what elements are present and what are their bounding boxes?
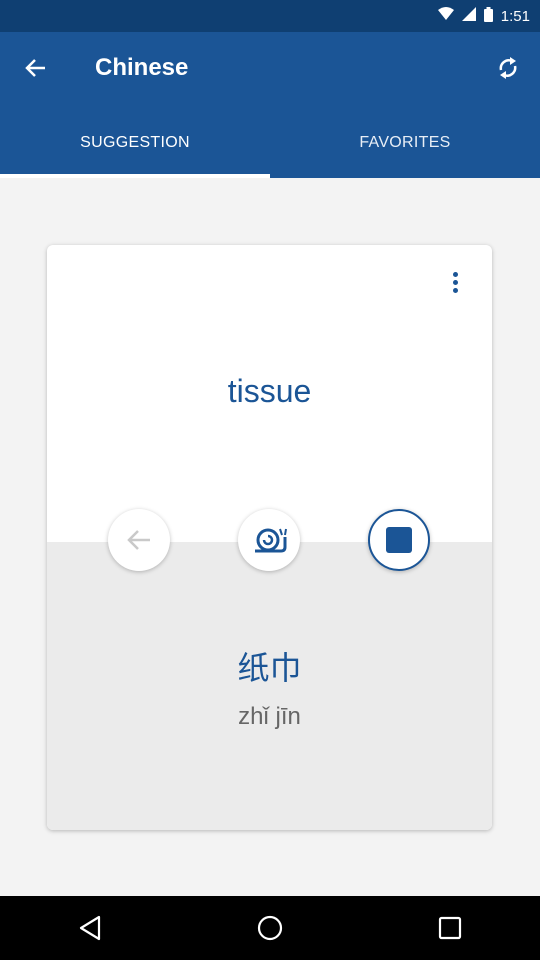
stop-button[interactable] (368, 509, 430, 571)
card-pinyin: zhǐ jīn (238, 703, 301, 730)
card-translation: 纸巾 (237, 650, 302, 686)
refresh-button[interactable] (486, 46, 530, 90)
status-time: 1:51 (500, 7, 530, 25)
more-vert-icon (452, 271, 458, 277)
nav-home-button[interactable] (240, 903, 300, 953)
recents-square-icon (438, 916, 462, 940)
tab-indicator (0, 174, 270, 178)
signal-icon (461, 7, 476, 25)
tab-suggestion[interactable]: SUGGESTION (0, 108, 270, 178)
back-button[interactable] (14, 46, 58, 90)
back-arrow-icon (25, 59, 45, 77)
slow-playback-button[interactable] (238, 509, 300, 571)
home-circle-icon (257, 915, 283, 941)
refresh-icon (499, 57, 517, 79)
nav-back-button[interactable] (60, 903, 120, 953)
wifi-icon (437, 7, 454, 25)
page-title: Chinese (95, 54, 189, 81)
status-icons: 1:51 (437, 0, 530, 32)
tab-favorites[interactable]: FAVORITES (270, 108, 540, 178)
flashcard: tissue 纸巾 zhǐ jīn (47, 245, 492, 830)
snail-icon (255, 528, 287, 553)
app-bar: Chinese SUGGESTION FAVORITES (0, 32, 540, 178)
previous-button[interactable] (108, 509, 170, 571)
battery-icon (483, 6, 493, 26)
card-word: tissue (227, 373, 312, 409)
status-bar: 1:51 (0, 0, 540, 32)
nav-recents-button[interactable] (420, 903, 480, 953)
system-nav-bar (0, 896, 540, 960)
back-triangle-icon (79, 915, 101, 941)
more-options-button[interactable] (440, 267, 470, 297)
previous-arrow-icon (127, 530, 150, 550)
stop-icon (386, 527, 412, 553)
